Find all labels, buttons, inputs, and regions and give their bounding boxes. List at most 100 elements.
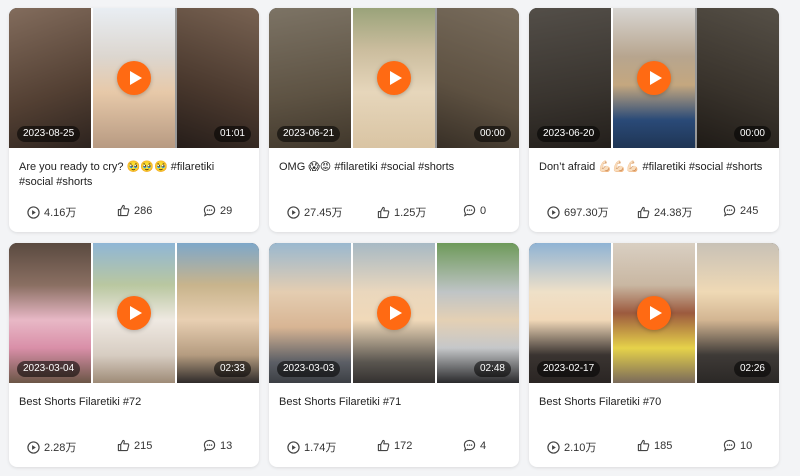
play-icon xyxy=(129,71,142,85)
comment-bubble-icon xyxy=(723,439,736,452)
comments-count: 4 xyxy=(480,439,487,452)
thumbs-up-icon xyxy=(377,439,390,452)
play-circle-icon xyxy=(287,205,300,219)
play-icon xyxy=(129,306,142,320)
comment-bubble-icon xyxy=(203,204,216,217)
views-count: 697.30万 xyxy=(564,207,609,219)
likes-stat: 286 xyxy=(117,204,152,217)
video-card[interactable]: 2023-08-25 01:01 Are you ready to cry? 🥹… xyxy=(9,8,259,232)
play-circle-icon xyxy=(547,440,560,454)
likes-count: 1.25万 xyxy=(394,207,427,219)
video-thumbnail[interactable]: 2023-03-03 02:48 xyxy=(269,243,519,383)
play-button[interactable] xyxy=(377,61,411,95)
video-duration: 01:01 xyxy=(213,126,251,142)
play-circle-icon xyxy=(287,440,300,454)
comments-count: 29 xyxy=(220,204,233,217)
video-stats: 1.74万 172 4 xyxy=(269,439,519,455)
comment-bubble-icon xyxy=(463,439,476,452)
video-title[interactable]: Are you ready to cry? 🥹🥹🥹 #filaretiki #s… xyxy=(19,160,249,190)
views-stat: 2.10万 xyxy=(547,439,596,455)
publish-date: 2023-03-04 xyxy=(17,361,81,377)
video-card[interactable]: 2023-06-20 00:00 Don’t afraid 💪🏻💪🏻💪🏻 #fi… xyxy=(529,8,779,232)
comments-count: 10 xyxy=(740,439,753,452)
publish-date: 2023-06-21 xyxy=(277,126,341,142)
video-card[interactable]: 2023-06-21 00:00 OMG 😱😡 #filaretiki #soc… xyxy=(269,8,519,232)
video-title[interactable]: Best Shorts Filaretiki #71 xyxy=(279,395,509,410)
views-stat: 2.28万 xyxy=(27,439,76,455)
play-button[interactable] xyxy=(117,296,151,330)
video-thumbnail[interactable]: 2023-03-04 02:33 xyxy=(9,243,259,383)
video-grid: 2023-08-25 01:01 Are you ready to cry? 🥹… xyxy=(0,0,800,476)
views-count: 4.16万 xyxy=(44,207,77,219)
comments-stat: 29 xyxy=(203,204,232,217)
publish-date: 2023-06-20 xyxy=(537,126,601,142)
play-circle-icon xyxy=(27,440,40,454)
play-circle-icon xyxy=(547,205,560,219)
likes-count: 185 xyxy=(654,439,673,452)
comments-count: 0 xyxy=(480,204,487,217)
thumbs-up-icon xyxy=(117,204,130,217)
comments-stat: 0 xyxy=(463,204,486,217)
video-duration: 00:00 xyxy=(473,126,511,142)
play-icon xyxy=(389,71,402,85)
publish-date: 2023-08-25 xyxy=(17,126,81,142)
comments-stat: 4 xyxy=(463,439,486,452)
video-card[interactable]: 2023-03-04 02:33 Best Shorts Filaretiki … xyxy=(9,243,259,467)
video-card[interactable]: 2023-03-03 02:48 Best Shorts Filaretiki … xyxy=(269,243,519,467)
views-stat: 27.45万 xyxy=(287,204,343,220)
video-title[interactable]: Don’t afraid 💪🏻💪🏻💪🏻 #filaretiki #social … xyxy=(539,160,769,175)
thumbs-up-icon xyxy=(117,439,130,452)
play-button[interactable] xyxy=(637,296,671,330)
thumbs-up-icon xyxy=(637,206,650,218)
play-icon xyxy=(389,306,402,320)
views-stat: 1.74万 xyxy=(287,439,336,455)
comment-bubble-icon xyxy=(203,439,216,452)
video-stats: 27.45万 1.25万 0 xyxy=(269,204,519,220)
video-stats: 2.28万 215 13 xyxy=(9,439,259,455)
likes-stat: 1.25万 xyxy=(377,204,426,220)
likes-stat: 185 xyxy=(637,439,672,452)
likes-stat: 215 xyxy=(117,439,152,452)
play-button[interactable] xyxy=(637,61,671,95)
play-icon xyxy=(649,71,662,85)
video-title[interactable]: Best Shorts Filaretiki #72 xyxy=(19,395,249,410)
video-title[interactable]: Best Shorts Filaretiki #70 xyxy=(539,395,769,410)
video-title[interactable]: OMG 😱😡 #filaretiki #social #shorts xyxy=(279,160,509,175)
views-count: 1.74万 xyxy=(304,442,337,454)
comments-stat: 10 xyxy=(723,439,752,452)
comments-stat: 13 xyxy=(203,439,232,452)
comment-bubble-icon xyxy=(463,204,476,217)
likes-count: 172 xyxy=(394,439,413,452)
video-stats: 2.10万 185 10 xyxy=(529,439,779,455)
video-duration: 02:33 xyxy=(213,361,251,377)
play-button[interactable] xyxy=(377,296,411,330)
views-count: 27.45万 xyxy=(304,207,343,219)
video-thumbnail[interactable]: 2023-02-17 02:26 xyxy=(529,243,779,383)
likes-count: 215 xyxy=(134,439,153,452)
video-stats: 697.30万 24.38万 245 xyxy=(529,204,779,220)
video-thumbnail[interactable]: 2023-06-21 00:00 xyxy=(269,8,519,148)
likes-count: 24.38万 xyxy=(654,207,693,219)
likes-stat: 172 xyxy=(377,439,412,452)
video-card[interactable]: 2023-02-17 02:26 Best Shorts Filaretiki … xyxy=(529,243,779,467)
comments-count: 245 xyxy=(740,204,759,217)
play-circle-icon xyxy=(27,205,40,219)
play-icon xyxy=(649,306,662,320)
comments-stat: 245 xyxy=(723,204,758,217)
comment-bubble-icon xyxy=(723,204,736,217)
video-thumbnail[interactable]: 2023-08-25 01:01 xyxy=(9,8,259,148)
comments-count: 13 xyxy=(220,439,233,452)
video-duration: 00:00 xyxy=(733,126,771,142)
play-button[interactable] xyxy=(117,61,151,95)
likes-stat: 24.38万 xyxy=(637,204,693,220)
video-stats: 4.16万 286 29 xyxy=(9,204,259,220)
thumbs-up-icon xyxy=(377,206,390,218)
video-duration: 02:48 xyxy=(473,361,511,377)
views-count: 2.28万 xyxy=(44,442,77,454)
video-duration: 02:26 xyxy=(733,361,771,377)
likes-count: 286 xyxy=(134,204,153,217)
publish-date: 2023-03-03 xyxy=(277,361,341,377)
video-thumbnail[interactable]: 2023-06-20 00:00 xyxy=(529,8,779,148)
publish-date: 2023-02-17 xyxy=(537,361,601,377)
thumbs-up-icon xyxy=(637,439,650,452)
